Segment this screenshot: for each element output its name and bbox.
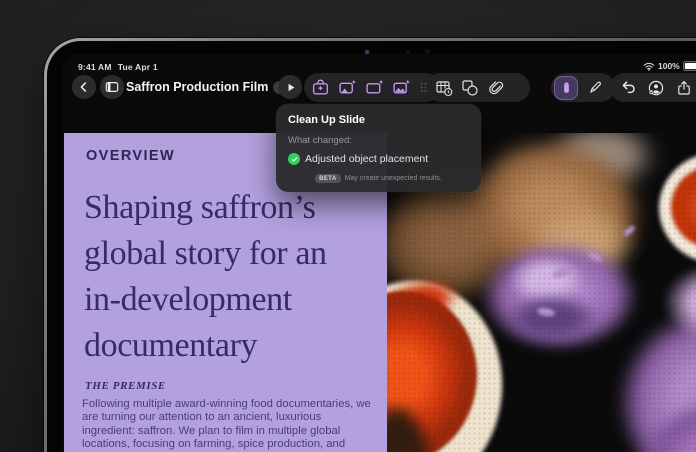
undo-button[interactable] xyxy=(617,77,639,99)
draw-tools-group xyxy=(551,73,615,102)
shapes-icon xyxy=(461,79,479,97)
popover-title: Clean Up Slide xyxy=(288,114,469,126)
collaborate-person-icon xyxy=(647,79,665,97)
sidebar-icon xyxy=(105,80,119,94)
photo-sparkle-button[interactable] xyxy=(392,78,411,97)
table-chart-button[interactable] xyxy=(435,79,453,97)
chevron-left-icon xyxy=(77,80,91,94)
headline-line: global story for an xyxy=(84,231,327,277)
frame-sparkle-icon xyxy=(338,78,357,97)
ipad-screen: 9:41 AM Tue Apr 1 100% xyxy=(62,54,696,452)
headline-line: documentary xyxy=(84,323,327,369)
undo-icon xyxy=(620,79,637,96)
document-title[interactable]: Saffron Production Film xyxy=(126,75,286,99)
wifi-icon xyxy=(643,62,655,71)
status-time: 9:41 AM xyxy=(78,62,112,72)
clean-up-toolbox-button[interactable] xyxy=(311,78,330,97)
popover-subtitle: What changed: xyxy=(288,135,469,146)
ipad-bezel: 9:41 AM Tue Apr 1 100% xyxy=(47,41,696,452)
beta-badge: BETA xyxy=(315,174,341,183)
clean-up-slide-popover: Clean Up Slide What changed: Adjusted ob… xyxy=(276,104,481,192)
pen-tool-button[interactable] xyxy=(583,76,607,100)
back-button[interactable] xyxy=(72,75,96,99)
pen-icon xyxy=(588,80,603,95)
clean-up-slide-button[interactable] xyxy=(365,78,384,97)
collaborate-button[interactable] xyxy=(645,77,667,99)
crayon-tool-button[interactable] xyxy=(554,76,578,100)
ipad-frame: 9:41 AM Tue Apr 1 100% xyxy=(44,38,696,452)
slide-eyebrow: OVERVIEW xyxy=(86,148,175,164)
popover-change-row: Adjusted object placement xyxy=(288,153,469,165)
photo-burlap-texture xyxy=(387,161,696,452)
document-title-label: Saffron Production Film xyxy=(126,80,268,94)
attachment-button[interactable] xyxy=(487,79,505,97)
popover-change-label: Adjusted object placement xyxy=(305,153,428,165)
slide-sparkle-icon xyxy=(365,78,384,97)
backdrop: 9:41 AM Tue Apr 1 100% xyxy=(0,0,696,452)
popover-beta-row: BETA May create unexpected results. xyxy=(288,174,469,183)
slide-body-text: Following multiple award-winning food do… xyxy=(82,398,376,452)
insert-tools-group xyxy=(426,73,530,102)
toolbox-sparkle-icon xyxy=(311,78,330,97)
table-clock-icon xyxy=(435,79,453,97)
checkmark-icon xyxy=(288,153,300,165)
slide-section-label: THE PREMISE xyxy=(85,380,166,392)
share-icon xyxy=(676,80,692,96)
play-button[interactable] xyxy=(278,75,302,99)
actions-group xyxy=(610,73,696,102)
image-sparkle-button[interactable] xyxy=(338,78,357,97)
slide-headline: Shaping saffron’s global story for an in… xyxy=(84,185,327,369)
status-bar-left: 9:41 AM Tue Apr 1 xyxy=(78,62,164,72)
headline-line: in-development xyxy=(84,277,327,323)
crayon-icon xyxy=(559,80,574,95)
battery-icon xyxy=(683,61,696,71)
share-button[interactable] xyxy=(673,77,695,99)
status-bar-right: 100% xyxy=(643,61,696,71)
slide-navigator-button[interactable] xyxy=(100,75,124,99)
paperclip-icon xyxy=(487,79,505,97)
ai-tools-group xyxy=(304,73,440,102)
photo-sparkle-icon xyxy=(392,78,411,97)
camera-sensor-dot xyxy=(407,51,409,53)
play-icon xyxy=(284,81,297,94)
status-date: Tue Apr 1 xyxy=(118,62,158,72)
shapes-button[interactable] xyxy=(461,79,479,97)
beta-note: May create unexpected results. xyxy=(345,175,442,182)
battery-percent: 100% xyxy=(658,61,680,71)
